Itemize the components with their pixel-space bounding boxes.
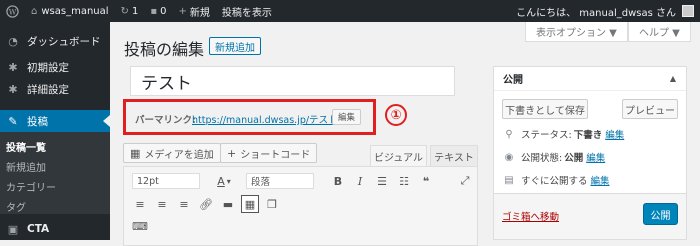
publish-title: 公開 — [503, 75, 523, 86]
add-media-label: メディアを追加 — [144, 149, 214, 161]
visibility-value: 公開 — [564, 153, 584, 164]
status-edit-link[interactable]: 編集 — [605, 127, 624, 141]
view-post-link[interactable]: 投稿を表示 — [216, 0, 278, 22]
trash-link[interactable]: ゴミ箱へ移動 — [502, 209, 559, 223]
new-content-link[interactable]: + 新規 — [172, 0, 215, 22]
schedule-label: すぐに公開する — [521, 176, 588, 187]
editor-toolbar: 12pt A ▾ 段落 B I ☰ ☷ ❝ ⤢ ≡ ≡ ≡ 🔗︎ ▬ ▦ ❐ ⌨ — [123, 166, 478, 246]
dashboard-icon: ◔ — [8, 34, 18, 48]
tab-text[interactable]: テキスト — [430, 145, 478, 166]
publish-button[interactable]: 公開 — [643, 203, 678, 225]
fullscreen-icon[interactable]: ⤢ — [457, 172, 473, 190]
submenu-add-new[interactable]: 新規追加 — [6, 159, 46, 174]
schedule-row: ▤ すぐに公開する 編集 — [503, 173, 610, 188]
comments-link[interactable]: ▪ 0 — [144, 0, 172, 22]
sidebar-item-dashboard[interactable]: ◔ ダッシュボード — [0, 30, 110, 52]
permalink-edit-button[interactable]: 編集 — [332, 109, 362, 125]
numbered-list-icon[interactable]: ☷ — [396, 172, 412, 190]
sidebar-item-label: ダッシュボード — [27, 35, 101, 48]
pin-icon: ⚲ — [505, 128, 513, 140]
svg-text:W: W — [9, 7, 17, 16]
admin-bar: W ⌂ wsas_manual ↻ 1 ▪ 0 + 新規 投稿を表示 こんにちは… — [0, 0, 700, 22]
sidebar-item-initial-settings[interactable]: ✱ 初期設定 — [0, 56, 110, 78]
visibility-edit-link[interactable]: 編集 — [586, 150, 605, 164]
comment-icon: ▪ — [150, 5, 158, 17]
shortcode-button[interactable]: + ショートコード — [220, 143, 318, 163]
collapse-arrow-icon[interactable]: ▲ — [670, 74, 676, 83]
help-button[interactable]: ヘルプ ▼ — [628, 22, 691, 42]
updates-count: 1 — [131, 5, 139, 17]
permalink-url[interactable]: https://manual.dwsas.jp/テスト/ — [192, 112, 341, 126]
align-center-icon[interactable]: ≡ — [154, 195, 170, 213]
add-media-button[interactable]: ▦ メディアを追加 — [123, 143, 221, 163]
submenu-all-posts[interactable]: 投稿一覧 — [6, 139, 46, 154]
site-name-link[interactable]: ⌂ wsas_manual — [25, 0, 115, 22]
updates-link[interactable]: ↻ 1 — [115, 0, 145, 22]
toolbar-toggle-icon[interactable]: ▦ — [241, 195, 259, 213]
cta-icon: ▣ — [7, 222, 19, 236]
page-title: 投稿の編集 — [124, 40, 205, 59]
bullet-list-icon[interactable]: ☰ — [374, 172, 390, 190]
bold-icon[interactable]: B — [330, 172, 346, 190]
pin-icon: ✎ — [8, 114, 18, 128]
post-title-input[interactable]: テスト — [130, 66, 455, 96]
eye-icon: ◉ — [504, 151, 514, 163]
text-color-icon[interactable]: A ▾ — [212, 172, 236, 190]
format-select[interactable]: 段落 — [246, 173, 314, 189]
sidebar-item-cta[interactable]: ▣ CTA — [0, 218, 110, 240]
keyboard-icon[interactable]: ⌨ — [132, 217, 148, 235]
sidebar-item-label: 投稿 — [27, 115, 48, 128]
sidebar-item-label: 詳細設定 — [27, 83, 69, 96]
gear-icon: ✱ — [8, 82, 18, 96]
schedule-edit-link[interactable]: 編集 — [591, 173, 610, 187]
refresh-icon: ↻ — [120, 5, 129, 17]
visibility-row: ◉ 公開状態: 公開 編集 — [503, 150, 606, 165]
posts-submenu: 投稿一覧 新規追加 カテゴリー タグ — [0, 132, 110, 214]
permalink-label: パーマリンク: — [135, 115, 196, 126]
blockquote-icon[interactable]: ❝ — [418, 172, 434, 190]
home-icon: ⌂ — [31, 5, 38, 17]
permalink-highlight-box: パーマリンク: https://manual.dwsas.jp/テスト/ 編集 — [123, 99, 376, 135]
wordpress-logo-icon[interactable]: W — [0, 0, 25, 22]
font-size-select[interactable]: 12pt — [132, 173, 200, 189]
visibility-label: 公開状態: — [521, 153, 563, 164]
submenu-categories[interactable]: カテゴリー — [6, 179, 56, 194]
add-new-button[interactable]: 新規追加 — [209, 37, 261, 55]
media-icon: ▦ — [130, 146, 141, 160]
shortcode-label: ショートコード — [240, 149, 311, 161]
save-draft-button[interactable]: 下書きとして保存 — [502, 99, 588, 119]
annotation-number: ① — [385, 104, 407, 126]
align-left-icon[interactable]: ≡ — [132, 195, 148, 213]
italic-icon[interactable]: I — [352, 172, 368, 190]
sidebar-item-label: CTA — [27, 223, 50, 235]
tab-visual[interactable]: ビジュアル — [370, 145, 427, 166]
preview-button[interactable]: プレビュー — [622, 99, 678, 119]
publish-footer: ゴミ箱へ移動 公開 — [494, 193, 686, 239]
link-icon[interactable]: 🔗︎ — [198, 195, 214, 213]
status-row: ⚲ ステータス: 下書き 編集 — [503, 127, 624, 142]
plus-icon: + — [178, 5, 187, 17]
status-label: ステータス: — [521, 130, 572, 141]
screen-options-button[interactable]: 表示オプション ▼ — [525, 22, 628, 42]
site-name: wsas_manual — [41, 5, 109, 17]
publish-header[interactable]: 公開 ▲ — [494, 67, 686, 91]
read-more-icon[interactable]: ▬ — [220, 195, 236, 213]
font-size-value: 12pt — [137, 175, 159, 187]
plus-icon: + — [227, 146, 237, 160]
sidebar-item-advanced-settings[interactable]: ✱ 詳細設定 — [0, 78, 110, 100]
format-value: 段落 — [251, 177, 271, 188]
align-right-icon[interactable]: ≡ — [176, 195, 192, 213]
sidebar-item-label: 初期設定 — [27, 61, 69, 74]
calendar-icon: ▤ — [504, 174, 514, 186]
gear-icon: ✱ — [8, 60, 18, 74]
new-label: 新規 — [189, 7, 210, 19]
comments-count: 0 — [160, 5, 167, 17]
sidebar-item-posts[interactable]: ✎ 投稿 — [0, 110, 110, 132]
copy-icon[interactable]: ❐ — [264, 195, 280, 213]
avatar[interactable] — [682, 5, 694, 17]
publish-box: 公開 ▲ 下書きとして保存 プレビュー ⚲ ステータス: 下書き 編集 ◉ 公開… — [493, 66, 687, 240]
greeting[interactable]: こんにちは、 manual_dwsas さん — [510, 0, 676, 22]
status-value: 下書き — [573, 130, 603, 141]
submenu-tags[interactable]: タグ — [6, 199, 26, 214]
